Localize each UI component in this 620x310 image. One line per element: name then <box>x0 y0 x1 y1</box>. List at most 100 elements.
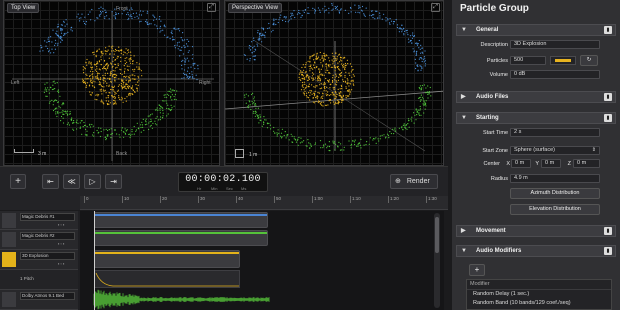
radius-label: Radius <box>490 176 508 182</box>
render-label: Render <box>406 178 430 185</box>
section-movement[interactable]: ▶ Movement ▮ <box>456 225 616 237</box>
track-name-label: 1 Pitch <box>20 276 34 281</box>
particles-field[interactable]: 500 <box>510 56 546 65</box>
scale-label: 1 m <box>249 152 258 158</box>
track-name-field[interactable]: Magic Debris #1 <box>20 213 75 221</box>
skip-forward-icon[interactable]: ⇥ <box>105 174 122 189</box>
track-mute-solo-icons[interactable]: ▪ ▫ ▪ <box>58 222 64 227</box>
azimuth-distribution-button[interactable]: Azimuth Distribution <box>510 188 600 199</box>
particles-color-swatch[interactable] <box>550 56 576 65</box>
timecode: 00:00:02.100 <box>185 174 261 185</box>
section-general[interactable]: ▼ General ▮ <box>456 24 616 36</box>
track-mute-solo-icons[interactable]: ▪ ▫ ▪ <box>58 241 64 246</box>
back-label: Back <box>116 151 128 157</box>
book-icon[interactable]: ▮ <box>604 114 612 122</box>
perspective-view-particles <box>225 3 443 152</box>
center-label: Center <box>483 161 500 167</box>
scale-bar <box>14 149 34 153</box>
play-icon[interactable]: ▷ <box>84 174 101 189</box>
center-x-field[interactable]: 0 m <box>511 159 531 168</box>
ruler-tick-label: 1:30 <box>426 196 437 203</box>
render-button[interactable]: ⊕ Render <box>390 174 438 189</box>
book-icon[interactable]: ▮ <box>604 247 612 255</box>
section-label: Starting <box>476 115 499 121</box>
volume-label: Volume <box>489 72 508 78</box>
ruler-tick-label: 1:20 <box>388 196 399 203</box>
start-time-label: Start Time <box>482 130 508 136</box>
right-label: Right <box>199 80 211 86</box>
description-label: Description <box>480 42 508 48</box>
timeline-scrollbar[interactable] <box>434 213 440 308</box>
elevation-distribution-button[interactable]: Elevation Distribution <box>510 204 600 215</box>
timecode-display: 00:00:02.100 Hr Min Sec Ms <box>178 172 268 192</box>
pitch-curve <box>95 272 239 287</box>
scale-label: 3 m <box>38 151 47 157</box>
ruler-spacer <box>0 196 80 210</box>
clip-color-bar <box>95 252 239 254</box>
refresh-icon[interactable]: ↻ <box>580 55 598 66</box>
clip-color-bar <box>95 214 267 216</box>
track-header-magic-debris-2[interactable]: Magic Debris #2 ▪ ▫ ▪ <box>0 230 78 250</box>
skip-back-icon[interactable]: ⇤ <box>42 174 59 189</box>
modifier-header: Modifier <box>470 281 490 287</box>
track-thumb <box>2 252 16 267</box>
ruler-tick-label: 10 <box>122 196 130 203</box>
disclosure-open-icon: ▼ <box>461 27 467 33</box>
expand-icon[interactable]: ⤢ <box>431 3 440 12</box>
book-icon[interactable]: ▮ <box>604 227 612 235</box>
start-zone-select[interactable]: Sphere (surface) ⇕ <box>510 146 600 155</box>
start-time-field[interactable]: 2 s <box>510 128 600 137</box>
clip-color-bar <box>95 232 267 234</box>
modifier-item[interactable]: Random Delay (1 sec.) <box>473 291 529 297</box>
track-name-field[interactable]: Magic Debris #2 <box>20 232 75 240</box>
track-name-field[interactable]: 3D Explosion <box>20 252 75 260</box>
modifier-item[interactable]: Random Band (10 bands/129 coef./seq) <box>473 300 571 306</box>
disclosure-closed-icon: ▶ <box>461 94 466 100</box>
clip-magic-debris-1[interactable] <box>94 212 268 228</box>
center-y-field[interactable]: 0 m <box>541 159 561 168</box>
section-starting[interactable]: ▼ Starting ▮ <box>456 112 616 124</box>
grid-toggle-checkbox[interactable] <box>235 149 244 158</box>
book-icon[interactable]: ▮ <box>604 93 612 101</box>
section-audio-modifiers[interactable]: ▼ Audio Modifiers ▮ <box>456 245 616 257</box>
track-header-3d-explosion[interactable]: 3D Explosion ▪ ▫ ▪ <box>0 250 78 270</box>
center-z-field[interactable]: 0 m <box>573 159 600 168</box>
add-button[interactable]: + <box>10 174 26 189</box>
scrollbar-thumb[interactable] <box>435 217 439 253</box>
track-header-pitch[interactable]: 1 Pitch <box>0 270 78 290</box>
book-icon[interactable]: ▮ <box>604 26 612 34</box>
center-z-label: Z <box>567 161 571 167</box>
divider <box>467 289 611 290</box>
top-view-viewport[interactable]: Top View ⤢ Front Back Left Right 3 m <box>3 0 220 166</box>
clip-magic-debris-2[interactable] <box>94 230 268 246</box>
front-label: Front <box>116 6 128 12</box>
disclosure-open-icon: ▼ <box>461 248 467 254</box>
pitch-automation-lane[interactable] <box>94 270 240 288</box>
track-mute-solo-icons[interactable]: ▪ ▫ ▪ <box>58 261 64 266</box>
timeline-area[interactable] <box>80 211 444 310</box>
center-y-label: Y <box>535 161 539 167</box>
radius-field[interactable]: 4.9 m <box>510 174 600 183</box>
track-header-dolby-atmos[interactable]: Dolby Atmos 9.1 Bed <box>0 290 78 310</box>
track-header-magic-debris-1[interactable]: Magic Debris #1 ▪ ▫ ▪ <box>0 211 78 230</box>
rewind-icon[interactable]: ≪ <box>63 174 80 189</box>
description-field[interactable]: 3D Explosion <box>510 40 600 49</box>
start-zone-label: Start Zone <box>482 148 508 154</box>
section-label: Audio Files <box>476 94 509 100</box>
chevron-updown-icon: ⇕ <box>591 147 596 153</box>
expand-icon[interactable]: ⤢ <box>207 3 216 12</box>
ruler-tick-label: 1:00 <box>312 196 323 203</box>
clip-3d-explosion[interactable] <box>94 250 240 268</box>
track-name-field[interactable]: Dolby Atmos 9.1 Bed <box>20 292 75 300</box>
ruler-tick-label: 20 <box>160 196 168 203</box>
add-modifier-button[interactable]: + <box>469 264 485 276</box>
perspective-view-viewport[interactable]: Perspective View ⤢ 1 m <box>224 0 444 166</box>
playhead[interactable] <box>94 211 95 310</box>
timeline-ruler[interactable]: 0 10 20 30 40 50 1:00 1:10 1:20 1:30 <box>0 196 448 210</box>
start-zone-value: Sphere (surface) <box>514 147 555 153</box>
volume-field[interactable]: 0 dB <box>510 70 600 79</box>
time-unit-ms: Ms <box>241 186 247 191</box>
section-audio-files[interactable]: ▶ Audio Files ▮ <box>456 91 616 103</box>
ruler-tick-label: 50 <box>274 196 282 203</box>
time-unit-min: Min <box>211 186 218 191</box>
